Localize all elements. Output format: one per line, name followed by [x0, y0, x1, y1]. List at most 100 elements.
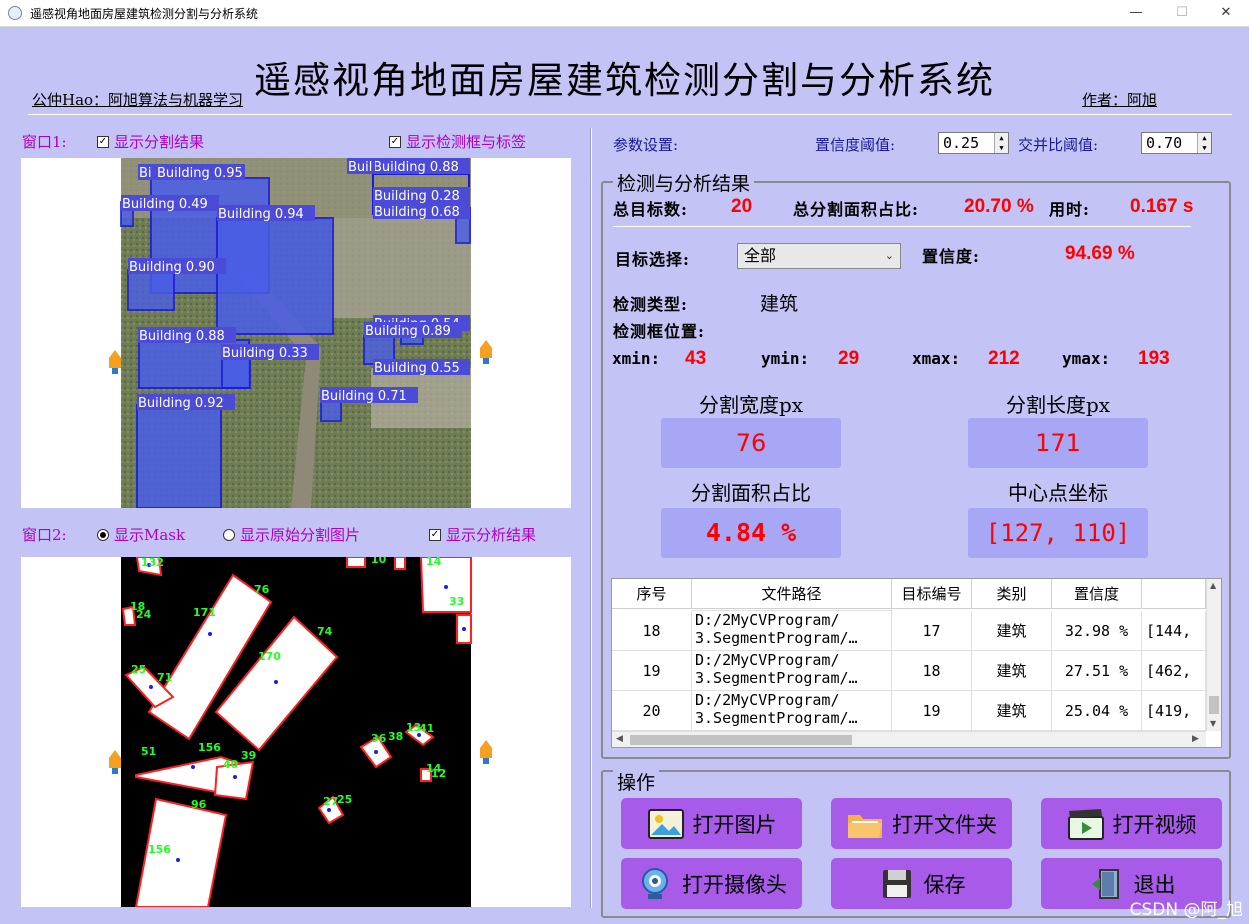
- hscrollbar-thumb[interactable]: [630, 735, 852, 745]
- cell-confidence: 32.98 %: [1052, 611, 1142, 651]
- mask-label: 25: [131, 663, 146, 676]
- table-header[interactable]: 目标编号: [892, 579, 972, 609]
- table-header[interactable]: 序号: [612, 579, 692, 609]
- mask-label: 132: [141, 557, 164, 569]
- scrollbar-thumb[interactable]: [1209, 696, 1219, 714]
- mask-label: 71: [157, 671, 172, 684]
- save-label: 保存: [923, 872, 966, 897]
- open-video-button[interactable]: 打开视频: [1041, 798, 1222, 849]
- spin-arrows-icon[interactable]: ▲ ▼: [994, 133, 1008, 153]
- ymin-value: 29: [838, 348, 860, 369]
- time-label: 用时:: [1049, 200, 1090, 219]
- table-header[interactable]: 类别: [972, 579, 1052, 609]
- results-divider: [613, 226, 1191, 227]
- open-folder-label: 打开文件夹: [892, 812, 997, 837]
- xmin-value: 43: [685, 348, 707, 369]
- author-note-left: 公仲Hao：阿旭算法与机器学习: [32, 91, 244, 109]
- total-targets-value: 20: [731, 196, 753, 217]
- minimize-button[interactable]: —: [1113, 0, 1159, 27]
- conf-threshold-value: 0.25: [943, 134, 980, 152]
- xmin-label: xmin:: [612, 349, 661, 368]
- mask-label: 170: [258, 650, 281, 663]
- table-header[interactable]: [1142, 579, 1206, 609]
- show-seg-checkbox[interactable]: ✓ 显示分割结果: [97, 131, 204, 152]
- scroll-left-icon[interactable]: ◀: [616, 734, 623, 744]
- show-mask-radio[interactable]: 显示Mask: [97, 524, 185, 545]
- save-button[interactable]: 保存: [831, 858, 1012, 909]
- iou-threshold-spinbox[interactable]: 0.70 ▲ ▼: [1141, 132, 1212, 154]
- rocket-icon: [480, 340, 492, 364]
- spin-arrows-icon[interactable]: ▲ ▼: [1197, 133, 1211, 153]
- cell-confidence: 25.04 %: [1052, 691, 1142, 731]
- checkbox-checked-icon: ✓: [97, 135, 109, 148]
- det-label: Buil: [348, 160, 372, 175]
- window-title: 遥感视角地面房屋建筑检测分割与分析系统: [30, 7, 259, 21]
- operations-group-title: 操作: [613, 768, 660, 795]
- author-note-right: 作者：阿旭: [1082, 91, 1158, 109]
- det-label: Building 0.90: [129, 260, 215, 275]
- open-folder-button[interactable]: 打开文件夹: [831, 798, 1012, 849]
- mask-label: 33: [449, 595, 464, 608]
- target-select-value: 全部: [744, 246, 777, 265]
- checkbox-checked-icon: ✓: [429, 528, 441, 541]
- building-mask: [320, 400, 342, 422]
- cell-class: 建筑: [972, 691, 1052, 731]
- mask-image: 132 76 171 18 24 74 170 25 71 156 39 40 …: [121, 553, 472, 908]
- exit-door-icon: [1091, 868, 1119, 899]
- show-boxes-checkbox[interactable]: ✓ 显示检测框与标签: [389, 131, 526, 152]
- results-table[interactable]: 序号 文件路径 目标编号 类别 置信度 18 D:/2MyCVProgram/3…: [611, 578, 1222, 748]
- det-label: Building 0.55: [374, 361, 460, 376]
- rocket-icon: [109, 750, 121, 774]
- det-type-value: 建筑: [760, 293, 799, 315]
- cell-object-id: 18: [892, 651, 972, 691]
- mask-label: 76: [254, 583, 270, 596]
- show-seg-label: 显示分割结果: [114, 133, 205, 151]
- results-group-title: 检测与分析结果: [613, 169, 755, 196]
- table-header[interactable]: 置信度: [1052, 579, 1142, 609]
- image-icon: [647, 808, 684, 839]
- open-camera-label: 打开摄像头: [682, 872, 787, 897]
- target-select-dropdown[interactable]: 全部 ⌄: [737, 243, 901, 269]
- table-header[interactable]: 文件路径: [692, 579, 892, 609]
- rocket-icon: [480, 740, 492, 764]
- detection-image: Building 0.95 Bi Building 0.49 Building …: [120, 158, 471, 509]
- det-type-label: 检测类型:: [613, 295, 688, 314]
- maximize-button[interactable]: ☐: [1159, 0, 1205, 27]
- mask-label: 14: [426, 557, 442, 568]
- scroll-up-icon[interactable]: ▲: [1210, 581, 1216, 590]
- open-video-label: 打开视频: [1112, 812, 1197, 837]
- horizontal-scrollbar[interactable]: ◀ ▶: [612, 731, 1206, 747]
- open-image-button[interactable]: 打开图片: [621, 798, 802, 849]
- cell-object-id: 17: [892, 611, 972, 651]
- show-mask-label: 显示Mask: [114, 526, 186, 544]
- show-analysis-checkbox[interactable]: ✓ 显示分析结果: [429, 524, 536, 545]
- folder-icon: [848, 814, 882, 838]
- mask-polygon: [394, 556, 406, 570]
- mask-label: 96: [191, 798, 207, 811]
- chevron-down-icon: ⌄: [884, 249, 894, 262]
- xmax-label: xmax:: [912, 349, 961, 368]
- det-label: Building 0.89: [365, 324, 451, 339]
- window2-image-panel: 132 76 171 18 24 74 170 25 71 156 39 40 …: [21, 553, 571, 908]
- mask-label: 51: [141, 745, 156, 758]
- show-original-radio[interactable]: 显示原始分割图片: [223, 524, 360, 545]
- close-button[interactable]: ✕: [1203, 0, 1249, 27]
- conf-threshold-spinbox[interactable]: 0.25 ▲ ▼: [938, 132, 1009, 154]
- scroll-right-icon[interactable]: ▶: [1192, 734, 1199, 744]
- webcam-icon: [642, 867, 668, 899]
- mask-label: 41: [419, 722, 434, 735]
- mask-polygon: [346, 556, 366, 568]
- cell-path: D:/2MyCVProgram/3.SegmentProgram/…: [692, 651, 892, 691]
- title-bar: 遥感视角地面房屋建筑检测分割与分析系统 — ☐ ✕: [0, 0, 1249, 27]
- cell-position: [462,: [1142, 651, 1206, 691]
- open-camera-button[interactable]: 打开摄像头: [621, 858, 802, 909]
- seg-length-label: 分割长度px: [1005, 393, 1111, 417]
- det-label: Building 0.92: [138, 396, 224, 411]
- vertical-scrollbar[interactable]: ▲ ▼: [1206, 579, 1221, 731]
- det-label: Bi: [139, 166, 152, 181]
- det-label: Building 0.49: [122, 197, 208, 212]
- scroll-down-icon[interactable]: ▼: [1210, 719, 1216, 728]
- cell-path: D:/2MyCVProgram/3.SegmentProgram/…: [692, 611, 892, 651]
- iou-threshold-label: 交并比阈值:: [1018, 136, 1099, 154]
- mask-label: 156: [148, 843, 171, 856]
